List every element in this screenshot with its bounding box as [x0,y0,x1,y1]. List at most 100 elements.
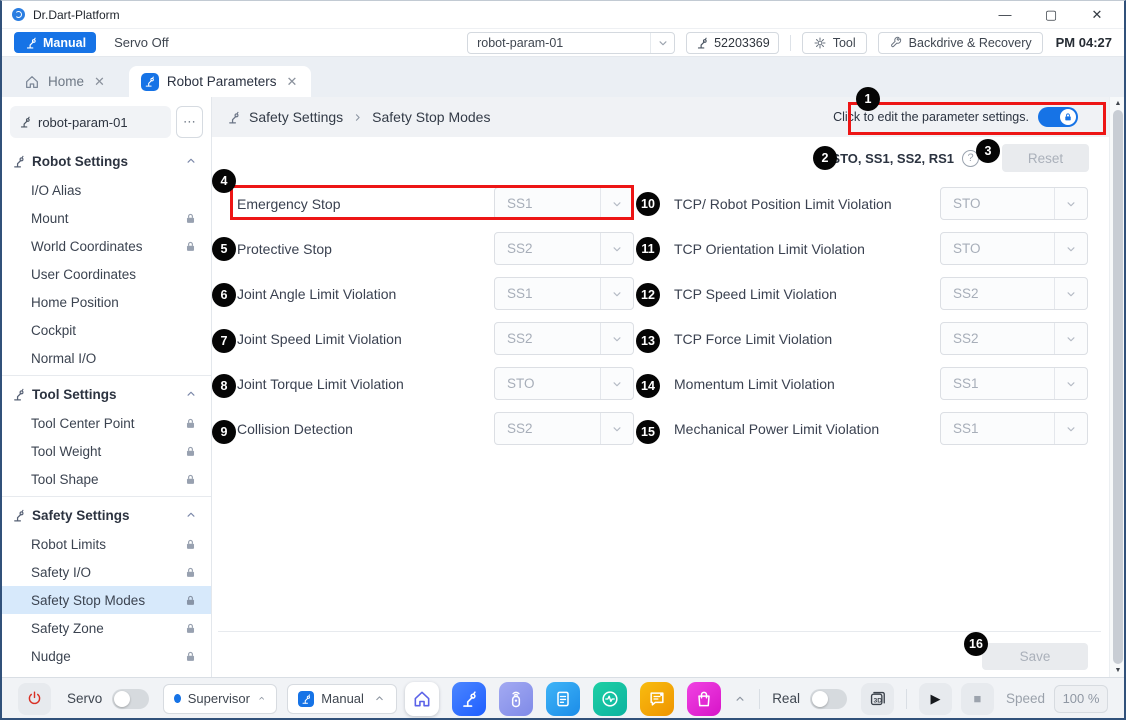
tcp-speed-limit-select[interactable]: SS2 [940,277,1088,310]
tab-robot-parameters[interactable]: Robot Parameters ✕ [129,66,311,97]
item-label: Safety I/O [31,565,91,580]
sidebar-item-world-coordinates[interactable]: World Coordinates [2,232,211,260]
power-button[interactable] [18,683,51,715]
chevron-down-icon [610,287,624,301]
sidebar-item-safety-stop-modes[interactable]: Safety Stop Modes [2,586,211,614]
momentum-limit-select[interactable]: SS1 [940,367,1088,400]
item-label: I/O Alias [31,183,81,198]
sidebar-item-io-alias[interactable]: I/O Alias [2,176,211,204]
mechanical-power-limit-select[interactable]: SS1 [940,412,1088,445]
role-select[interactable]: Supervisor [163,684,277,714]
sidebar-item-normal-io[interactable]: Normal I/O [2,344,211,372]
chevron-down-icon [610,422,624,436]
lock-icon [184,566,197,579]
real-toggle[interactable] [810,689,847,709]
tab-home[interactable]: Home ✕ [12,66,119,97]
mode-select[interactable]: Manual [287,684,397,714]
select-value: SS1 [941,376,1054,391]
scroll-down-icon[interactable]: ▼ [1110,667,1126,674]
tool-button[interactable]: Tool [802,32,867,54]
sidebar-item-safety-zone[interactable]: Safety Zone [2,614,211,642]
play-button[interactable]: ▶ [919,683,952,715]
field-row-tcp-orientation-limit: TCP Orientation Limit Violation STO [660,232,1088,265]
minimize-button[interactable]: — [996,7,1014,22]
maximize-button[interactable]: ▢ [1042,7,1060,23]
dock-log-icon[interactable] [640,682,674,716]
sidebar-item-home-position[interactable]: Home Position [2,288,211,316]
backdrive-recovery-button[interactable]: Backdrive & Recovery [878,32,1043,54]
scrollbar-thumb[interactable] [1113,110,1123,664]
annotation-badge-6: 6 [212,283,236,307]
tcp-orientation-limit-select[interactable]: STO [940,232,1088,265]
joint-speed-limit-select[interactable]: SS2 [494,322,634,355]
dock-monitoring-icon[interactable] [593,682,627,716]
lock-icon [184,417,197,430]
annotation-badge-1: 1 [856,87,880,111]
select-value: STO [495,376,600,391]
robot-serial-box[interactable]: 52203369 [686,32,779,54]
speed-value-box[interactable]: 100 % [1054,685,1108,713]
select-value: SS2 [495,421,600,436]
joint-angle-limit-select[interactable]: SS1 [494,277,634,310]
item-label: Tool Center Point [31,416,135,431]
item-label: Tool Shape [31,472,99,487]
sidebar-item-mount[interactable]: Mount [2,204,211,232]
sidebar-section-tool-settings[interactable]: Tool Settings [2,379,211,409]
dock-home-icon[interactable] [405,682,439,716]
dock-jog-remote-icon[interactable] [499,682,533,716]
sidebar-item-safety-io[interactable]: Safety I/O [2,558,211,586]
robot-arm-icon [226,110,241,125]
field-label: TCP Speed Limit Violation [660,286,940,302]
reset-button[interactable]: Reset [1002,144,1089,172]
select-value: SS1 [941,421,1054,436]
left-field-column: Emergency Stop SS1 Protective Stop SS2 J… [227,187,634,445]
sidebar-item-cockpit[interactable]: Cockpit [2,316,211,344]
sidebar-param-name-box[interactable]: robot-param-01 [10,106,171,138]
tcp-position-limit-select[interactable]: STO [940,187,1088,220]
dock-task-editor-icon[interactable] [546,682,580,716]
item-label: Safety Zone [31,621,104,636]
highlight-box-emergency-stop [230,185,634,220]
sidebar-item-tool-shape[interactable]: Tool Shape [2,465,211,493]
tab-home-close-icon[interactable]: ✕ [92,74,107,90]
sidebar-section-robot-settings[interactable]: Robot Settings [2,146,211,176]
servo-toggle[interactable] [112,689,149,709]
window-title: Dr.Dart-Platform [33,8,120,22]
select-value: SS2 [495,331,600,346]
protective-stop-select[interactable]: SS2 [494,232,634,265]
dock-store-icon[interactable] [687,682,721,716]
scroll-up-icon[interactable]: ▲ [1110,100,1126,107]
annotation-badge-14: 14 [636,374,660,398]
select-value: STO [941,241,1054,256]
sidebar-more-button[interactable]: ⋯ [176,106,203,138]
robot-param-select[interactable]: robot-param-01 [467,32,675,54]
sidebar-item-nudge[interactable]: Nudge [2,642,211,670]
content-scrollbar[interactable]: ▲ ▼ [1109,97,1126,677]
field-label: TCP Force Limit Violation [660,331,940,347]
sidebar-item-tool-weight[interactable]: Tool Weight [2,437,211,465]
lock-icon [184,445,197,458]
collision-detection-select[interactable]: SS2 [494,412,634,445]
chevron-down-icon [1064,377,1078,391]
chevron-up-icon [257,692,266,705]
sidebar-section-safety-settings[interactable]: Safety Settings [2,500,211,530]
robot-parameters-app-icon [141,73,159,91]
select-value: SS2 [495,241,600,256]
manual-mode-button[interactable]: Manual [14,32,96,53]
sidebar-item-user-coordinates[interactable]: User Coordinates [2,260,211,288]
joint-torque-limit-select[interactable]: STO [494,367,634,400]
close-button[interactable]: ✕ [1088,7,1106,23]
sidebar-item-tool-center-point[interactable]: Tool Center Point [2,409,211,437]
field-row-momentum-limit: Momentum Limit Violation SS1 [660,367,1088,400]
chevron-up-icon [184,387,198,401]
dock-robot-parameters-icon[interactable] [452,682,486,716]
sidebar-item-robot-limits[interactable]: Robot Limits [2,530,211,558]
tcp-force-limit-select[interactable]: SS2 [940,322,1088,355]
item-label: User Coordinates [31,267,136,282]
3d-icon [868,689,887,708]
dock-collapse-chevron-icon[interactable] [733,692,747,706]
3d-view-button[interactable] [861,683,894,715]
tab-robot-parameters-close-icon[interactable]: ✕ [284,74,299,90]
save-button[interactable]: Save [982,643,1088,670]
stop-button[interactable]: ■ [961,683,994,715]
